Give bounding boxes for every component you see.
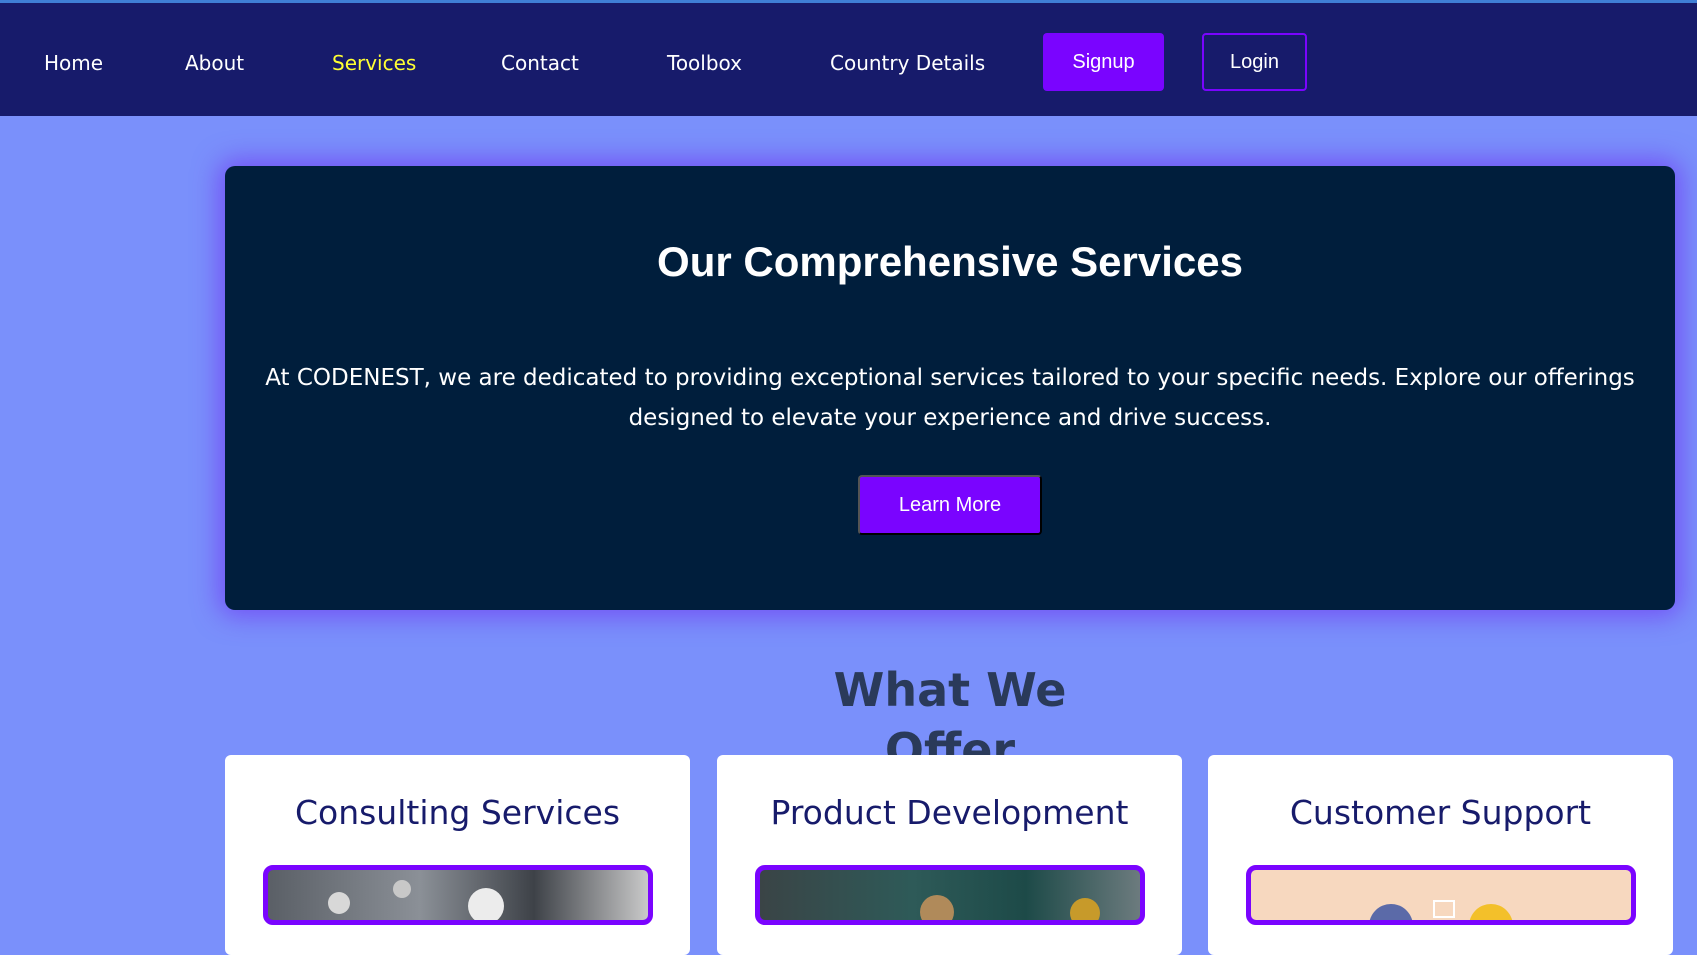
card-customer-support[interactable]: Customer Support <box>1208 755 1673 955</box>
consulting-image <box>263 865 653 925</box>
envelope-icon <box>1433 900 1455 918</box>
nav-link-about[interactable]: About <box>185 50 244 76</box>
coffee-cup-icon <box>920 895 954 920</box>
person-avatar-icon <box>1469 904 1513 920</box>
card-product-development[interactable]: Product Development <box>717 755 1182 955</box>
product-development-image <box>755 865 1145 925</box>
customer-support-image <box>1246 865 1636 925</box>
card-title: Product Development <box>770 793 1129 832</box>
card-consulting-services[interactable]: Consulting Services <box>225 755 690 955</box>
learn-more-button[interactable]: Learn More <box>858 475 1042 535</box>
nav-link-services[interactable]: Services <box>332 50 416 76</box>
network-node-icon <box>393 880 411 898</box>
card-title: Customer Support <box>1289 793 1592 832</box>
signup-button[interactable]: Signup <box>1043 33 1164 91</box>
nav-link-contact[interactable]: Contact <box>501 50 579 76</box>
nav-link-home[interactable]: Home <box>44 50 103 76</box>
card-title: Consulting Services <box>294 793 621 832</box>
login-button[interactable]: Login <box>1202 33 1307 91</box>
hero-section: Our Comprehensive Services At CODENEST, … <box>225 166 1675 610</box>
nav-link-country-details[interactable]: Country Details <box>830 50 985 76</box>
person-avatar-icon <box>1369 904 1413 920</box>
network-node-icon <box>328 892 350 914</box>
nav-link-toolbox[interactable]: Toolbox <box>667 50 742 76</box>
hero-description: At CODENEST, we are dedicated to providi… <box>265 365 1635 431</box>
network-node-icon <box>468 888 504 920</box>
navbar: Home About Services Contact Toolbox Coun… <box>0 3 1697 116</box>
hero-title: Our Comprehensive Services <box>657 238 1243 285</box>
